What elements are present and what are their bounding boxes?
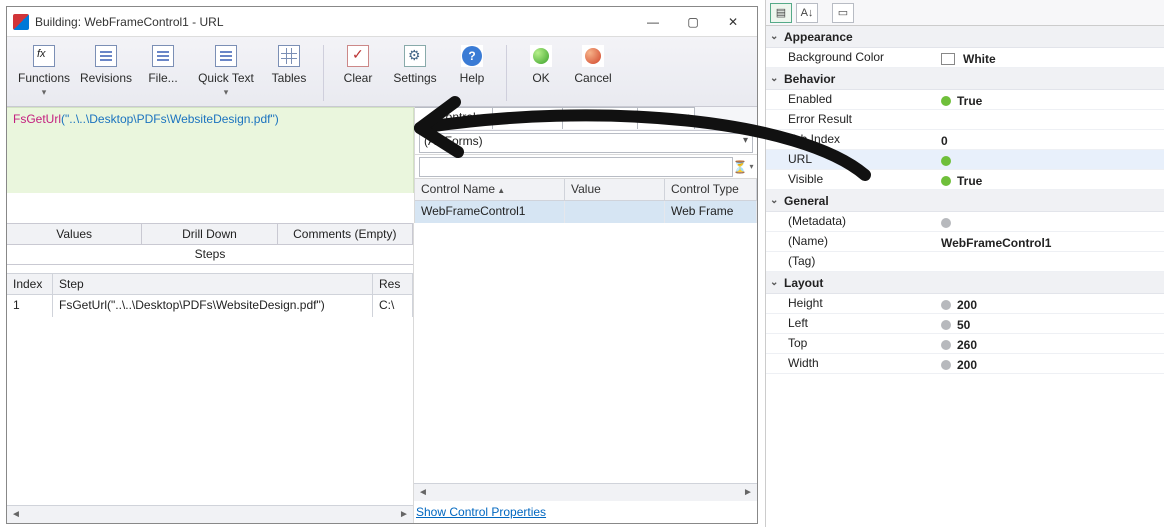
- prop-metadata[interactable]: (Metadata): [766, 212, 1164, 232]
- tab-drilldown[interactable]: Drill Down: [142, 224, 277, 244]
- tab-messages[interactable]: Messag: [637, 107, 695, 129]
- controls-grid-row[interactable]: WebFrameControl1 Web Frame: [415, 201, 757, 223]
- cat-appearance[interactable]: ⌄Appearance: [766, 26, 1164, 48]
- alpha-view-button[interactable]: A↓: [796, 3, 818, 23]
- dot-icon: [941, 218, 951, 228]
- gear-icon: [404, 45, 426, 67]
- maximize-button[interactable]: ▢: [673, 8, 713, 36]
- prop-background-color[interactable]: Background Color White: [766, 48, 1164, 68]
- tab-controls[interactable]: Controls: [415, 107, 493, 129]
- quicktext-icon: [215, 45, 237, 67]
- categorized-view-button[interactable]: ▤: [770, 3, 792, 23]
- formula-editor[interactable]: FsGetUrl("..\..\Desktop\PDFs\WebsiteDesi…: [7, 107, 414, 193]
- cat-layout[interactable]: ⌄Layout: [766, 272, 1164, 294]
- prop-name[interactable]: (Name)WebFrameControl1: [766, 232, 1164, 252]
- controls-grid-header: Control Name Value Control Type: [415, 179, 757, 201]
- ok-icon: [530, 45, 552, 67]
- prop-top[interactable]: Top260: [766, 334, 1164, 354]
- show-control-properties-link[interactable]: Show Control Properties: [414, 501, 757, 523]
- steps-row[interactable]: 1 FsGetUrl("..\..\Desktop\PDFs\WebsiteDe…: [7, 295, 413, 317]
- properties-toolbar: ▤ A↓ ▭: [766, 0, 1164, 26]
- tab-variables[interactable]: Variables: [492, 107, 563, 129]
- filter-icon[interactable]: ⏳: [733, 157, 753, 177]
- col-index[interactable]: Index: [7, 274, 53, 294]
- dot-icon: [941, 320, 951, 330]
- minimize-button[interactable]: —: [633, 8, 673, 36]
- formula-builder-dialog: Building: WebFrameControl1 - URL — ▢ ✕ F…: [6, 6, 758, 524]
- dot-icon: [941, 360, 951, 370]
- close-button[interactable]: ✕: [713, 8, 753, 36]
- color-swatch-icon: [941, 53, 955, 65]
- formula-dot-icon: [941, 96, 951, 106]
- prop-width[interactable]: Width200: [766, 354, 1164, 374]
- col-control-type[interactable]: Control Type: [665, 179, 757, 200]
- tables-icon: [278, 45, 300, 67]
- right-hscroll[interactable]: ◄►: [414, 483, 757, 501]
- controls-panel: Controls Variables Constants Messag (All…: [414, 107, 757, 223]
- col-step[interactable]: Step: [53, 274, 373, 294]
- revisions-icon: [95, 45, 117, 67]
- separator: [323, 45, 324, 101]
- left-hscroll[interactable]: ◄►: [7, 505, 413, 523]
- tab-values[interactable]: Values: [7, 224, 142, 244]
- cat-general[interactable]: ⌄General: [766, 190, 1164, 212]
- prop-left[interactable]: Left50: [766, 314, 1164, 334]
- clear-icon: [347, 45, 369, 67]
- functions-button[interactable]: Functions: [13, 41, 75, 98]
- separator: [506, 45, 507, 101]
- col-result[interactable]: Res: [373, 274, 413, 294]
- file-icon: [152, 45, 174, 67]
- prop-tab-index[interactable]: Tab Index0: [766, 130, 1164, 150]
- file-button[interactable]: File...: [137, 41, 189, 85]
- ok-button[interactable]: OK: [515, 41, 567, 85]
- prop-enabled[interactable]: EnabledTrue: [766, 90, 1164, 110]
- col-value[interactable]: Value: [565, 179, 665, 200]
- prop-height[interactable]: Height200: [766, 294, 1164, 314]
- app-icon: [13, 14, 29, 30]
- fx-icon: [33, 45, 55, 67]
- dot-icon: [941, 300, 951, 310]
- ribbon-toolbar: Functions Revisions File... Quick Text T…: [7, 37, 757, 107]
- steps-label: Steps: [7, 245, 413, 265]
- tab-comments[interactable]: Comments (Empty): [278, 224, 413, 244]
- dot-icon: [941, 340, 951, 350]
- revisions-button[interactable]: Revisions: [75, 41, 137, 85]
- window-title: Building: WebFrameControl1 - URL: [35, 15, 633, 29]
- cancel-button[interactable]: Cancel: [567, 41, 619, 85]
- quicktext-button[interactable]: Quick Text: [189, 41, 263, 98]
- tables-button[interactable]: Tables: [263, 41, 315, 85]
- formula-dot-icon: [941, 156, 951, 166]
- prop-tag[interactable]: (Tag): [766, 252, 1164, 272]
- cancel-icon: [582, 45, 604, 67]
- filter-input[interactable]: [419, 157, 733, 177]
- col-control-name[interactable]: Control Name: [415, 179, 565, 200]
- controls-grid-body: WebFrameControl1 Web Frame: [415, 201, 757, 223]
- property-pages-button[interactable]: ▭: [832, 3, 854, 23]
- help-icon: [461, 45, 483, 67]
- tab-constants[interactable]: Constants: [562, 107, 638, 129]
- settings-button[interactable]: Settings: [384, 41, 446, 85]
- help-button[interactable]: Help: [446, 41, 498, 85]
- titlebar: Building: WebFrameControl1 - URL — ▢ ✕: [7, 7, 757, 37]
- clear-button[interactable]: Clear: [332, 41, 384, 85]
- properties-panel: ▤ A↓ ▭ ⌄Appearance Background Color Whit…: [765, 0, 1164, 527]
- formula-dot-icon: [941, 176, 951, 186]
- prop-visible[interactable]: VisibleTrue: [766, 170, 1164, 190]
- prop-url[interactable]: URL: [766, 150, 1164, 170]
- cat-behavior[interactable]: ⌄Behavior: [766, 68, 1164, 90]
- form-selector[interactable]: (All Forms): [419, 133, 753, 153]
- prop-error-result[interactable]: Error Result: [766, 110, 1164, 130]
